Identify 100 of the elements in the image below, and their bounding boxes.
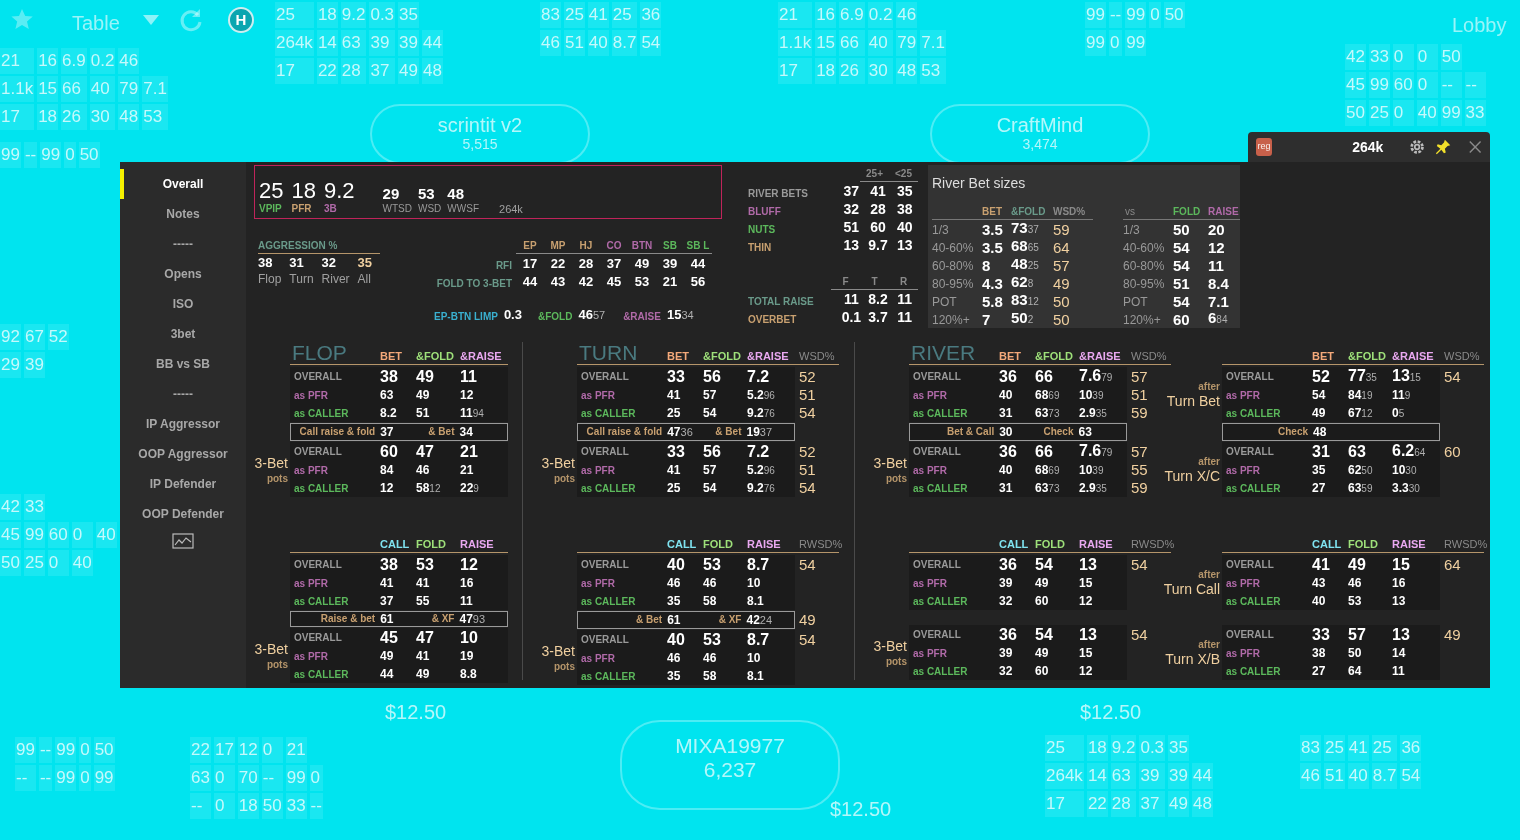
stat-value: 31 xyxy=(999,406,1014,420)
stat-value: 36 xyxy=(999,442,1018,461)
column-header: &FOLD xyxy=(1348,349,1387,364)
stat-value: 53 xyxy=(418,185,436,203)
stat-value: 40 xyxy=(999,463,1014,477)
stat-value: 35 xyxy=(895,183,914,200)
stat-value: 53 xyxy=(416,555,435,574)
hud-stat: 48 xyxy=(422,58,443,84)
stat-value: 64 xyxy=(1053,239,1071,256)
hud-stat: 40 xyxy=(867,30,894,56)
sidebar-item[interactable]: 3bet xyxy=(120,319,246,349)
hud-stat: 0 xyxy=(1416,44,1438,70)
settings-icon[interactable] xyxy=(1409,138,1426,156)
stat-label: &FOLD xyxy=(537,310,573,323)
stat-value: 21 xyxy=(661,274,679,290)
stat-value: 1937 xyxy=(746,425,774,439)
hud-stat: 0.2 xyxy=(89,48,116,74)
stat-value: 49 xyxy=(1053,275,1071,292)
stat-value: 46 xyxy=(667,576,682,590)
sidebar-item[interactable]: ISO xyxy=(120,289,246,319)
hud-stat: 16 xyxy=(37,48,59,74)
hud-stat: 264k xyxy=(275,30,314,56)
hud-stat: 46 xyxy=(896,2,918,28)
hud-stat: 12 xyxy=(237,737,259,763)
stat-value: 60 xyxy=(1035,664,1050,678)
sidebar-item[interactable]: IP Defender xyxy=(120,469,246,499)
row-label: as CALLER xyxy=(1225,481,1282,495)
sidebar-item[interactable]: IP Aggressor xyxy=(120,409,246,439)
column-header: BET xyxy=(667,349,690,364)
hud-stat: 66 xyxy=(839,30,865,56)
stat-value: 50 xyxy=(1348,646,1363,660)
stat-value: 46 xyxy=(703,576,718,590)
stat-label: WSD xyxy=(418,203,442,215)
stat-value: 60 xyxy=(869,219,887,236)
row-label: 1/3 xyxy=(932,223,950,238)
summary-label: & Bet xyxy=(635,613,664,627)
hud-stat: 99 xyxy=(0,142,21,168)
stat-label: VPIP xyxy=(259,203,283,215)
row-label: POT xyxy=(932,295,958,310)
stat-value: 8419 xyxy=(1348,387,1374,403)
sidebar-item[interactable]: BB vs SB xyxy=(120,349,246,379)
row-label: THIN xyxy=(748,241,773,254)
group-sublabel: after xyxy=(1198,454,1220,468)
hud-stat: 25 xyxy=(1368,100,1390,126)
hud-stat: 17 xyxy=(1045,791,1084,817)
row-label: as PFR xyxy=(293,576,329,590)
hud-stat: 33 xyxy=(1368,44,1390,70)
hud-stat: 0 xyxy=(213,793,235,819)
hud-stat: 0 xyxy=(79,737,91,763)
stat-value: 32 xyxy=(999,664,1014,678)
stat-value: 54 xyxy=(1035,625,1054,644)
line-chart-icon[interactable] xyxy=(172,533,194,549)
stat-value: 13 xyxy=(1079,625,1098,644)
stat-value: 21 xyxy=(460,463,475,477)
row-label: as PFR xyxy=(580,388,616,402)
stat-value: 5.8 xyxy=(982,293,1004,310)
sidebar-item[interactable]: Notes xyxy=(120,199,246,229)
stat-value: 1039 xyxy=(1079,387,1105,403)
hud-stat: 8.7 xyxy=(1371,763,1398,789)
stat-value: 15 xyxy=(1392,555,1411,574)
row-label: RIVER BETS xyxy=(748,187,809,200)
pin-icon[interactable] xyxy=(1435,138,1452,156)
hud-stat: 16 xyxy=(815,2,837,28)
group-label: 3-Bet xyxy=(541,642,575,660)
close-icon[interactable] xyxy=(1467,139,1482,155)
stat-value: 12 xyxy=(460,388,475,402)
hud-stat: 33 xyxy=(285,793,307,819)
stat-value: 60 xyxy=(1173,311,1191,328)
hud-stat: 0 xyxy=(1392,100,1414,126)
stat-value: 2.935 xyxy=(1079,405,1108,421)
sidebar-item[interactable]: Overall xyxy=(120,169,246,199)
sidebar-item[interactable]: ----- xyxy=(120,379,246,409)
hud-stat: -- xyxy=(190,793,211,819)
row-label: as PFR xyxy=(293,388,329,402)
stat-value: 13 xyxy=(842,237,861,254)
sidebar-item[interactable]: OOP Aggressor xyxy=(120,439,246,469)
sidebar-item[interactable]: ----- xyxy=(120,229,246,259)
stat-value: 6869 xyxy=(1035,462,1061,478)
hud-stat: -- xyxy=(38,765,53,791)
hud-stat: 1.1k xyxy=(778,30,813,56)
hud-stat: 51 xyxy=(563,30,585,56)
row-label: as CALLER xyxy=(580,594,637,608)
sidebar-item[interactable]: Opens xyxy=(120,259,246,289)
stat-value: 14 xyxy=(1392,646,1407,660)
row-label: as CALLER xyxy=(580,669,637,683)
column-header: &FOLD xyxy=(1035,349,1074,364)
stat-value: 46 xyxy=(703,651,718,665)
column-header: &FOLD xyxy=(1011,205,1047,219)
stat-value: 49 xyxy=(633,256,651,272)
star-icon[interactable] xyxy=(10,8,34,32)
hud-stat: 17 xyxy=(213,737,235,763)
column-header: WSD% xyxy=(798,349,836,364)
hud-stat: 25 xyxy=(1045,735,1084,761)
hud-stat: 53 xyxy=(142,104,168,130)
stat-value: 12 xyxy=(460,555,479,574)
sidebar-item[interactable]: OOP Defender xyxy=(120,499,246,529)
stat-value: 8.8 xyxy=(460,667,478,681)
hud-stat: 53 xyxy=(920,58,946,84)
stat-value: 40 xyxy=(999,388,1014,402)
column-header: F xyxy=(841,275,850,289)
